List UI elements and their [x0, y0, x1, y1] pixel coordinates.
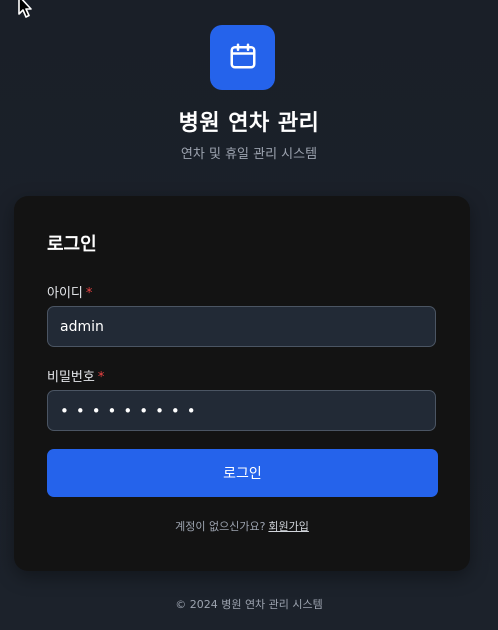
- app-logo: [210, 25, 275, 90]
- signup-prompt: 계정이 없으신가요?: [175, 520, 266, 533]
- calendar-icon: [228, 41, 258, 75]
- required-mark: *: [97, 370, 105, 385]
- login-title: 로그인: [47, 234, 97, 255]
- username-input[interactable]: [47, 306, 436, 347]
- app-title: 병원 연차 관리: [178, 111, 320, 136]
- username-label-text: 아이디: [47, 286, 83, 301]
- app-subtitle: 연차 및 휴일 관리 시스템: [180, 147, 318, 162]
- password-label: 비밀번호 *: [47, 366, 104, 385]
- password-label-text: 비밀번호: [47, 370, 95, 385]
- username-label: 아이디 *: [47, 282, 92, 301]
- footer-text: © 2024 병원 연차 관리 시스템: [175, 598, 323, 611]
- password-input[interactable]: [47, 390, 436, 431]
- signup-row: 계정이 없으신가요? 회원가입: [14, 518, 470, 534]
- signup-link[interactable]: 회원가입: [268, 520, 308, 533]
- mouse-pointer-icon: [16, 0, 40, 22]
- required-mark: *: [85, 286, 93, 301]
- login-card: 로그인 아이디* 비밀번호* 로그인 계정이 없으신가요?회원가입: [14, 196, 470, 571]
- login-button[interactable]: 로그인: [47, 449, 438, 497]
